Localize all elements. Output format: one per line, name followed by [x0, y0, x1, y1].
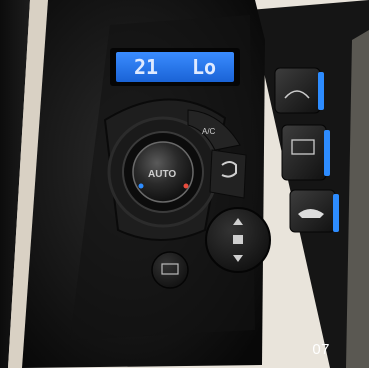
- indicator-blue: [318, 72, 324, 110]
- ac-button-label: A/C: [202, 127, 216, 136]
- indicator-blue: [324, 130, 330, 176]
- mode-button[interactable]: [151, 251, 189, 289]
- page-number: 07: [312, 341, 330, 358]
- climate-control-photo: 21 Lo AUTO A/C: [0, 0, 369, 368]
- side-button-front-defrost[interactable]: [274, 67, 324, 114]
- fan-icon: [233, 235, 243, 244]
- side-button-recirculation[interactable]: [289, 189, 339, 233]
- knob-auto-label: AUTO: [148, 169, 176, 180]
- indicator-blue: [333, 194, 339, 232]
- photo-scene: 21 Lo AUTO A/C 07: [0, 0, 369, 368]
- recirculation-button[interactable]: [209, 149, 247, 199]
- lcd-display: [110, 48, 240, 86]
- lcd-right-text: Lo: [192, 55, 216, 79]
- lcd-left-text: 21: [134, 55, 158, 79]
- fan-control-pad[interactable]: [205, 207, 271, 273]
- side-button-rear-defrost[interactable]: [281, 124, 330, 181]
